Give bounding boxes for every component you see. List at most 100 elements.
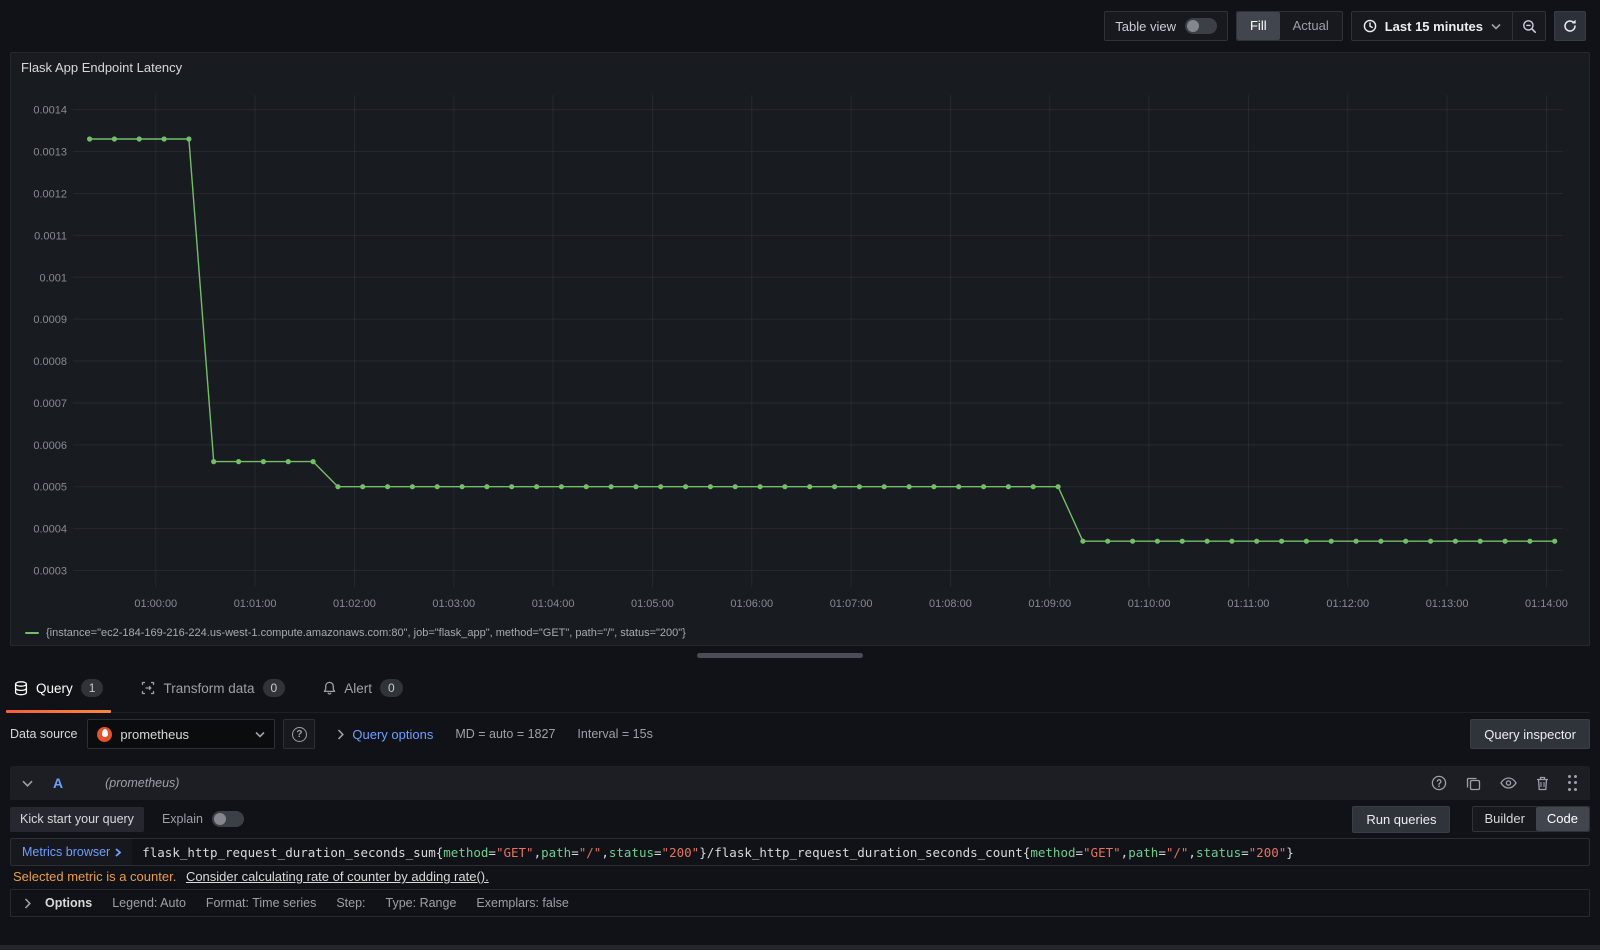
option-exemplars: Exemplars: false <box>476 896 569 910</box>
tab-query-badge: 1 <box>80 679 104 697</box>
svg-text:01:03:00: 01:03:00 <box>432 598 475 610</box>
warning-text: Selected metric is a counter. <box>13 869 177 884</box>
fill-option[interactable]: Fill <box>1236 12 1280 40</box>
svg-text:01:12:00: 01:12:00 <box>1326 598 1369 610</box>
time-range-picker[interactable]: Last 15 minutes <box>1352 12 1512 40</box>
svg-text:01:10:00: 01:10:00 <box>1128 598 1171 610</box>
svg-text:0.0007: 0.0007 <box>33 398 67 410</box>
bottom-pane-tabs: Query 1 Transform data 0 Alert 0 <box>5 664 1590 713</box>
toggle-visibility-icon[interactable] <box>1499 777 1517 789</box>
option-format: Format: Time series <box>205 896 317 910</box>
promql-token: = <box>488 844 496 860</box>
query-ref-label[interactable]: A <box>53 775 63 791</box>
promql-token: method <box>443 844 489 860</box>
actual-option[interactable]: Actual <box>1280 12 1342 40</box>
promql-token: = <box>654 844 662 860</box>
svg-text:0.0009: 0.0009 <box>33 314 67 326</box>
chart-axis-labels: 0.0014 0.0013 0.0012 0.0011 0.001 0.0009 0.000… <box>33 105 1568 610</box>
toggle-knob <box>1186 20 1199 32</box>
help-icon: ? <box>291 726 307 742</box>
query-options-toggle[interactable]: Query options <box>337 727 433 742</box>
chart-legend: {instance="ec2-184-169-216-224.us-west-1… <box>25 627 686 639</box>
promql-token: / <box>706 844 715 860</box>
promql-token: , <box>1120 844 1129 860</box>
table-view-control: Table view <box>1104 11 1228 41</box>
kick-start-query-button[interactable]: Kick start your query <box>10 806 144 832</box>
query-datasource-hint: (prometheus) <box>105 776 180 790</box>
warning-hint-link[interactable]: Consider calculating rate of counter by … <box>186 869 489 884</box>
duplicate-query-icon[interactable] <box>1466 776 1481 791</box>
legend-series-label[interactable]: {instance="ec2-184-169-216-224.us-west-1… <box>46 627 686 639</box>
toggle-knob <box>213 813 226 825</box>
tab-alert[interactable]: Alert 0 <box>319 664 406 712</box>
explain-toggle[interactable] <box>211 811 244 827</box>
drag-handle-icon[interactable] <box>1567 774 1579 792</box>
table-view-toggle[interactable] <box>1184 18 1217 34</box>
svg-text:0.0005: 0.0005 <box>33 482 67 494</box>
query-inspector-button[interactable]: Query inspector <box>1470 719 1590 749</box>
tab-alert-badge: 0 <box>379 679 403 697</box>
promql-token: path <box>1128 844 1159 860</box>
svg-text:01:06:00: 01:06:00 <box>730 598 773 610</box>
code-option[interactable]: Code <box>1535 807 1589 831</box>
datasource-help-button[interactable]: ? <box>283 719 316 749</box>
query-row-actions <box>1431 774 1579 792</box>
time-series-panel: Flask App Endpoint Latency 0.0014 0.0013 0… <box>10 52 1590 646</box>
latency-chart[interactable]: 0.0014 0.0013 0.0012 0.0011 0.001 0.0009 0.000… <box>23 81 1579 623</box>
svg-text:01:11:00: 01:11:00 <box>1227 598 1269 610</box>
promql-expression-input[interactable]: flask_http_request_duration_seconds_sum{… <box>132 839 1589 865</box>
datasource-picker[interactable]: prometheus <box>87 719 276 749</box>
promql-token: = <box>571 844 579 860</box>
metrics-browser-label: Metrics browser <box>22 845 111 859</box>
query-editor-toolbar: Kick start your query Explain Run querie… <box>10 805 1590 833</box>
delete-query-icon[interactable] <box>1536 776 1549 791</box>
svg-text:01:02:00: 01:02:00 <box>333 598 376 610</box>
promql-token: } <box>699 844 707 860</box>
refresh-button[interactable] <box>1554 11 1586 41</box>
chart-series <box>87 136 1558 544</box>
svg-text:0.0004: 0.0004 <box>33 524 67 536</box>
promql-token: flask_http_request_duration_seconds_coun… <box>714 844 1023 860</box>
promql-token: "GET" <box>495 844 534 860</box>
collapse-chevron-icon[interactable] <box>22 780 33 787</box>
pane-resize-handle[interactable] <box>697 653 863 658</box>
database-icon <box>14 680 28 696</box>
tab-transform-data[interactable]: Transform data 0 <box>137 664 289 712</box>
query-row-header[interactable]: A (prometheus) <box>10 766 1590 800</box>
option-legend: Legend: Auto <box>112 896 186 910</box>
time-range-label: Last 15 minutes <box>1384 18 1483 34</box>
interval-stat: Interval = 15s <box>577 727 653 741</box>
query-help-icon[interactable] <box>1431 775 1447 791</box>
svg-text:0.0013: 0.0013 <box>33 147 67 159</box>
promql-token: flask_http_request_duration_seconds_sum <box>142 844 436 860</box>
query-options-stats: MD = auto = 1827 Interval = 15s <box>455 727 652 741</box>
builder-option[interactable]: Builder <box>1473 807 1535 831</box>
svg-text:0.0014: 0.0014 <box>33 105 67 117</box>
promql-token: method <box>1030 844 1076 860</box>
options-label: Options <box>45 896 93 910</box>
svg-text:0.0008: 0.0008 <box>33 356 67 368</box>
promql-editor: Metrics browser flask_http_request_durat… <box>10 838 1590 866</box>
chevron-right-icon <box>115 847 122 857</box>
svg-text:0.0012: 0.0012 <box>33 188 67 200</box>
run-queries-button[interactable]: Run queries <box>1352 805 1451 833</box>
promql-token: , <box>601 844 609 860</box>
chart-grid <box>73 95 1563 587</box>
datasource-row: Data source prometheus ? Query options M… <box>10 714 1590 754</box>
datasource-name: prometheus <box>120 726 190 742</box>
promql-token: "GET" <box>1083 844 1121 860</box>
explain-label: Explain <box>161 812 203 826</box>
transform-icon <box>141 681 155 695</box>
tab-query[interactable]: Query 1 <box>5 664 112 713</box>
promql-token: "/" <box>1165 844 1189 860</box>
tab-transform-label: Transform data <box>163 680 255 696</box>
grafana-panel-edit-view: Table view Fill Actual Last 15 minutes F… <box>0 0 1600 950</box>
tab-transform-badge: 0 <box>262 679 286 697</box>
query-options-summary[interactable]: Options Legend: Auto Format: Time series… <box>10 889 1590 917</box>
table-view-label: Table view <box>1115 18 1176 34</box>
metrics-browser-toggle[interactable]: Metrics browser <box>11 839 132 865</box>
promql-token: = <box>1158 844 1166 860</box>
promql-token: "200" <box>661 844 700 860</box>
zoom-out-button[interactable] <box>1513 12 1545 40</box>
promql-token: "/" <box>578 844 602 860</box>
